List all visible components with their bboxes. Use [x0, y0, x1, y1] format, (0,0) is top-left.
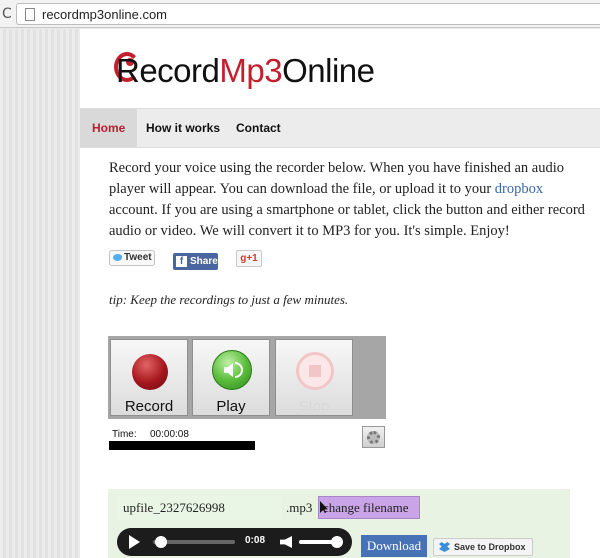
nav-contact[interactable]: Contact [224, 109, 293, 147]
nav-how-it-works[interactable]: How it works [134, 109, 232, 147]
record-button[interactable]: Record [110, 339, 188, 416]
page-icon [25, 8, 35, 21]
save-to-dropbox-button[interactable]: Save to Dropbox [433, 538, 533, 556]
record-icon [132, 354, 168, 390]
player-time: 0:08 [245, 535, 266, 546]
reload-icon[interactable]: C [2, 6, 12, 22]
url-text[interactable]: recordmp3online.com [42, 7, 167, 22]
file-extension: .mp3 [286, 500, 313, 515]
dropbox-icon [439, 542, 450, 552]
address-field[interactable]: recordmp3online.com [16, 3, 600, 25]
filename-input[interactable] [117, 496, 281, 520]
tweet-button[interactable]: Tweet [109, 250, 155, 266]
audio-level-bar [109, 441, 255, 450]
site-logo[interactable]: RecordMp3Online [116, 52, 375, 90]
play-label: Play [216, 398, 246, 415]
volume-handle[interactable] [331, 536, 343, 548]
time-value: 00:00:08 [150, 429, 189, 440]
google-plus-button[interactable]: g+1 [236, 250, 262, 267]
facebook-share-button[interactable]: f Share [173, 253, 218, 270]
tip-text: tip: Keep the recordings to just a few m… [109, 292, 349, 307]
tweet-label: Tweet [124, 252, 152, 263]
logo-text-mp3: Mp3 [219, 52, 283, 89]
stop-label: Stop [298, 398, 330, 415]
volume-icon[interactable] [280, 536, 292, 548]
intro-text-end: account. If you are using a smartphone o… [109, 202, 585, 239]
stop-icon [296, 352, 334, 390]
browser-url-bar: C recordmp3online.com [0, 0, 600, 28]
twitter-bird-icon [113, 254, 122, 261]
logo-text-online: Online [282, 52, 375, 89]
play-button[interactable]: Play [192, 339, 270, 416]
record-label: Record [124, 398, 174, 415]
audio-player: 0:08 [117, 528, 352, 556]
seek-handle[interactable] [155, 536, 167, 548]
stop-button[interactable]: Stop [275, 339, 353, 416]
intro-paragraph: Record your voice using the recorder bel… [109, 158, 589, 242]
change-filename-button[interactable]: change filename [318, 496, 420, 519]
nav-home[interactable]: Home [80, 109, 138, 147]
logo-text-record: Record [116, 52, 220, 89]
speaker-icon [212, 350, 252, 390]
dropbox-link[interactable]: dropbox [495, 181, 543, 197]
main-nav: Home How it works Contact [80, 108, 600, 148]
player-play-icon[interactable] [129, 535, 140, 549]
save-to-dropbox-label: Save to Dropbox [454, 542, 526, 552]
facebook-icon: f [176, 256, 187, 267]
share-label: Share [190, 256, 218, 267]
time-label: Time: [112, 429, 137, 440]
settings-button[interactable] [362, 426, 385, 448]
page-background-left [0, 29, 80, 558]
gear-icon [367, 431, 380, 444]
download-button[interactable]: Download [361, 535, 427, 557]
